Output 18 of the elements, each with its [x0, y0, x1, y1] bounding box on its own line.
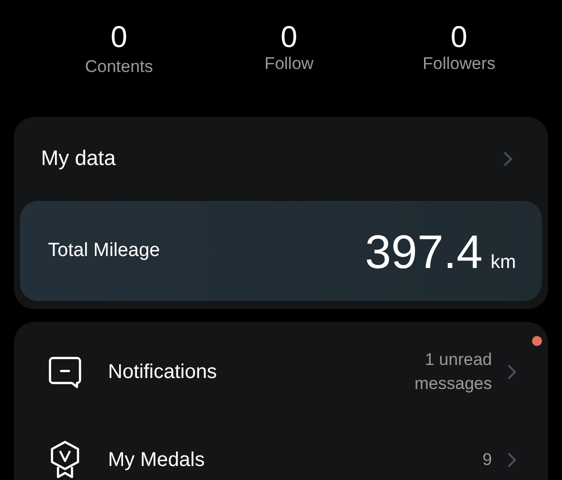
stat-label: Follow [264, 54, 314, 74]
stat-value: 0 [280, 20, 298, 56]
message-icon [47, 355, 83, 389]
mileage-unit: km [490, 252, 516, 274]
stat-label: Followers [422, 54, 496, 74]
chevron-icon[interactable] [502, 150, 514, 168]
chevron-icon[interactable] [506, 363, 518, 381]
stat-label: Contents [84, 57, 154, 77]
menu-item-label[interactable]: My Medals [108, 448, 392, 472]
chevron-icon[interactable] [506, 451, 518, 469]
mileage-value: 397.4 [365, 224, 483, 278]
stat-value: 0 [450, 20, 468, 56]
menu-item-detail: 9 [482, 449, 492, 471]
mileage-label: Total Mileage [48, 240, 160, 262]
card-title[interactable]: My data [41, 147, 116, 171]
menu-item-label[interactable]: Notifications [108, 360, 392, 384]
stat-value: 0 [110, 20, 128, 56]
menu-item-detail: 1 unread messages [414, 349, 492, 395]
